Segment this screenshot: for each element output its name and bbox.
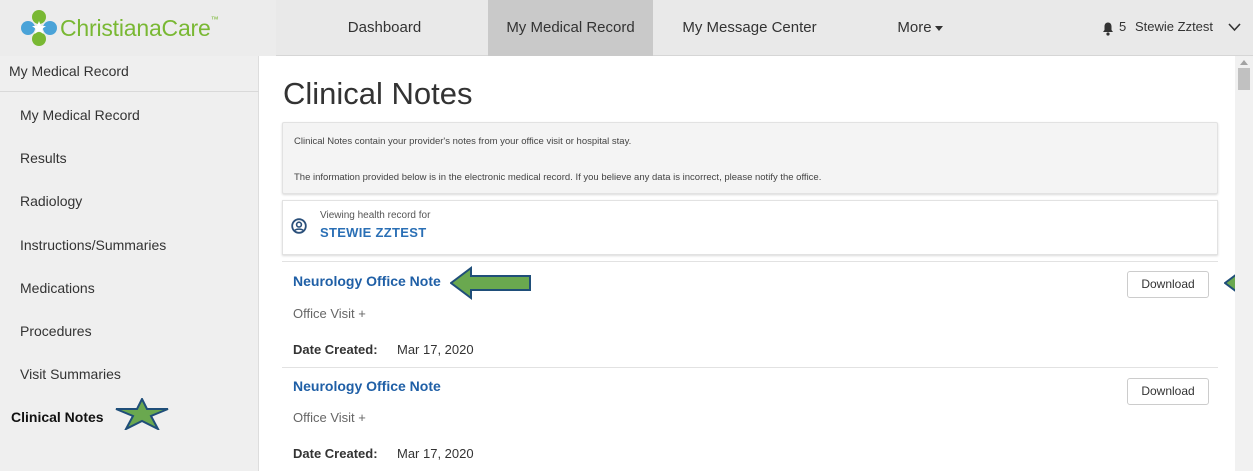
note-subtitle: Office Visit +: [293, 410, 366, 425]
nav-my-medical-record[interactable]: My Medical Record: [488, 0, 653, 56]
sidebar-item-clinical-notes[interactable]: Clinical Notes: [11, 409, 104, 425]
nav-more-dropdown[interactable]: More: [860, 0, 980, 56]
top-navbar: ChristianaCare™ Dashboard My Medical Rec…: [0, 0, 1253, 56]
nav-more-label: More: [897, 19, 932, 36]
note-card: Neurology Office Note Office Visit + Dat…: [282, 367, 1218, 471]
download-button[interactable]: Download: [1127, 271, 1209, 298]
viewing-label: Viewing health record for: [320, 210, 431, 221]
user-menu[interactable]: Stewie Zztest: [1135, 19, 1213, 34]
sidebar-title: My Medical Record: [0, 56, 259, 92]
sidebar-item-results[interactable]: Results: [20, 150, 67, 166]
note-title-link[interactable]: Neurology Office Note: [293, 273, 441, 289]
caret-down-icon: [934, 25, 943, 31]
scroll-up-arrow-icon[interactable]: [1240, 60, 1248, 65]
info-panel: Clinical Notes contain your provider's n…: [282, 122, 1218, 194]
nav-dashboard[interactable]: Dashboard: [307, 0, 462, 56]
note-date-value: Mar 17, 2020: [397, 342, 474, 357]
note-date-label: Date Created:: [293, 446, 378, 461]
page-title: Clinical Notes: [283, 76, 473, 111]
sidebar-item-procedures[interactable]: Procedures: [20, 323, 92, 339]
patient-name: STEWIE ZZTEST: [320, 225, 427, 240]
user-circle-icon: [291, 218, 307, 234]
sidebar: My Medical Record My Medical Record Resu…: [0, 56, 259, 471]
note-title-link[interactable]: Neurology Office Note: [293, 378, 441, 394]
bell-icon[interactable]: [1102, 22, 1114, 36]
notification-count[interactable]: 5: [1119, 19, 1126, 34]
info-text: The information provided below is in the…: [294, 172, 822, 183]
arrow-left-annotation-icon: [450, 266, 531, 300]
sidebar-item-my-medical-record[interactable]: My Medical Record: [20, 107, 140, 123]
sidebar-item-instructions-summaries[interactable]: Instructions/Summaries: [20, 237, 166, 253]
info-text: Clinical Notes contain your provider's n…: [294, 136, 632, 147]
chevron-down-icon[interactable]: [1228, 22, 1241, 32]
christianacare-logo-icon: [21, 10, 57, 46]
scrollbar-thumb[interactable]: [1238, 68, 1250, 90]
note-date-label: Date Created:: [293, 342, 378, 357]
note-card: Neurology Office Note Office Visit + Dat…: [282, 261, 1218, 367]
download-button[interactable]: Download: [1127, 378, 1209, 405]
note-date-value: Mar 17, 2020: [397, 446, 474, 461]
nav-message-center[interactable]: My Message Center: [668, 0, 831, 56]
sidebar-item-radiology[interactable]: Radiology: [20, 193, 82, 209]
note-subtitle: Office Visit +: [293, 306, 366, 321]
health-record-selector[interactable]: Viewing health record for STEWIE ZZTEST: [282, 200, 1218, 255]
sidebar-item-visit-summaries[interactable]: Visit Summaries: [20, 366, 121, 382]
sidebar-item-medications[interactable]: Medications: [20, 280, 95, 296]
brand[interactable]: ChristianaCare™: [0, 0, 276, 56]
brand-name: ChristianaCare™: [60, 15, 219, 41]
star-annotation-icon: [115, 398, 169, 430]
scrollbar[interactable]: [1235, 56, 1253, 471]
